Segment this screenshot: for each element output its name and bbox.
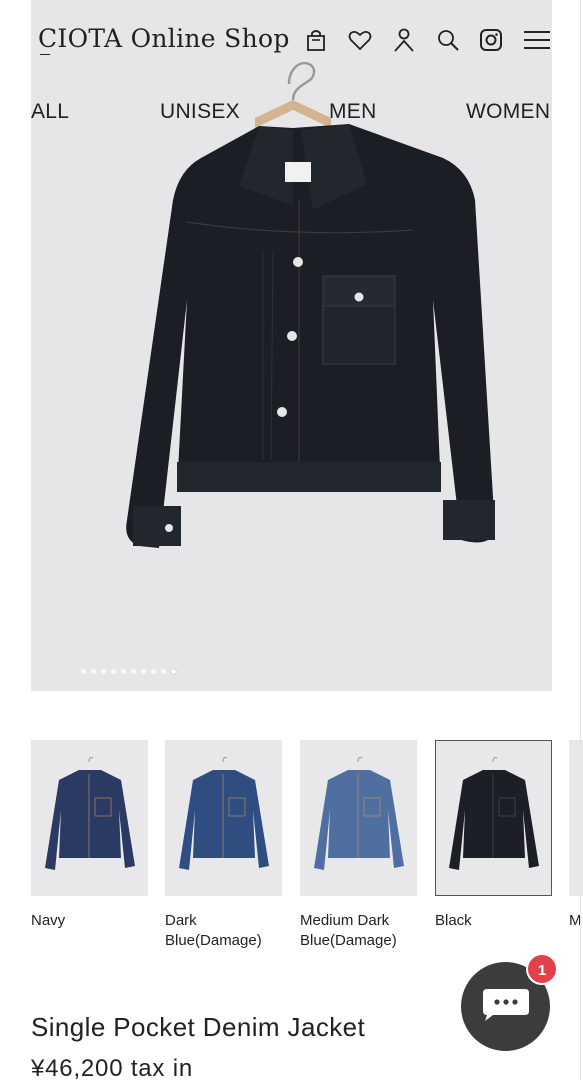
carousel-dot[interactable] (141, 669, 146, 674)
variant-black[interactable]: Black (435, 740, 552, 931)
carousel-dot[interactable] (111, 669, 116, 674)
variant-dark-blue-damage[interactable]: Dark Blue(Damage) (165, 740, 282, 951)
category-unisex[interactable]: UNISEX (160, 100, 240, 124)
variant-jacket-shape (314, 770, 404, 870)
variant-thumbnail (165, 740, 282, 896)
color-variants: Navy Dark Blue(Damage) Medium Dark Blue(… (0, 740, 583, 960)
chat-unread-badge: 1 (526, 953, 558, 985)
variant-thumbnail (435, 740, 552, 896)
variant-label: Black (435, 912, 472, 929)
product-price: ¥46,200 tax in (31, 1055, 193, 1080)
variant-jacket-shape (449, 770, 539, 870)
carousel-dot[interactable] (81, 669, 86, 674)
variant-medium-dark-blue-damage[interactable]: Medium Dark Blue(Damage) (300, 740, 417, 951)
carousel-dot[interactable] (161, 669, 166, 674)
site-header: CIOTA Online Shop (0, 0, 583, 84)
jacket-thumbnail-image (449, 757, 539, 870)
account-icon[interactable] (391, 27, 417, 53)
carousel-dot[interactable] (101, 669, 106, 674)
carousel-dot[interactable] (131, 669, 136, 674)
instagram-icon[interactable] (478, 27, 504, 53)
page-edge-divider (580, 0, 581, 1080)
variant-label: Navy (31, 912, 66, 929)
variant-navy[interactable]: Navy (31, 740, 148, 931)
jacket-thumbnail-image (45, 757, 135, 870)
category-men[interactable]: MEN (329, 100, 377, 124)
chat-bubble-icon (483, 989, 529, 1021)
search-icon[interactable] (435, 27, 461, 53)
category-all[interactable]: ALL (31, 100, 69, 124)
brand-logo[interactable]: CIOTA Online Shop (38, 24, 290, 53)
carousel-dots[interactable] (81, 669, 176, 675)
bag-icon[interactable] (303, 27, 329, 53)
carousel-dot[interactable] (91, 669, 96, 674)
menu-icon[interactable] (522, 27, 552, 53)
brand-underline (40, 54, 50, 55)
jacket-thumbnail-image (314, 757, 404, 870)
variant-thumbnail (31, 740, 148, 896)
variant-label: Medium Dark Blue(Damage) (300, 912, 397, 949)
variant-jacket-shape (45, 770, 135, 870)
product-title: Single Pocket Denim Jacket (31, 1012, 366, 1042)
variant-thumbnail (300, 740, 417, 896)
carousel-dot[interactable] (121, 669, 126, 674)
jacket-thumbnail-image (179, 757, 269, 870)
heart-icon[interactable] (347, 27, 373, 53)
carousel-dot[interactable] (171, 669, 176, 674)
carousel-dot[interactable] (151, 669, 156, 674)
category-women[interactable]: WOMEN (466, 100, 550, 124)
variant-jacket-shape (179, 770, 269, 870)
variant-label: Dark Blue(Damage) (165, 912, 262, 949)
category-nav: ALL UNISEX MEN WOMEN (0, 100, 583, 130)
